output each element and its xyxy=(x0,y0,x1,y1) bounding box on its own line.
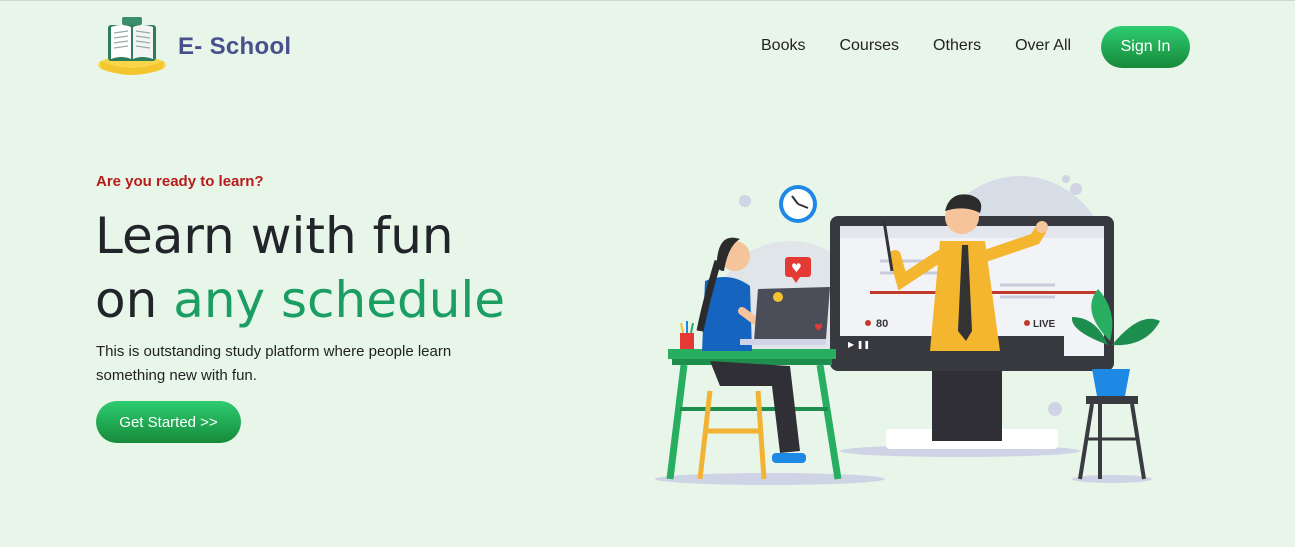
chair xyxy=(697,390,767,480)
navbar: E- School Books Courses Others Over All … xyxy=(0,1,1295,93)
heart-icon: ♥ xyxy=(814,323,823,334)
nav-link-courses[interactable]: Courses xyxy=(839,37,899,55)
get-started-button[interactable]: Get Started >> xyxy=(96,401,241,443)
live-dot-icon xyxy=(1024,320,1030,326)
brand-name: E- School xyxy=(178,33,292,60)
live-label: LIVE xyxy=(1033,319,1056,330)
svg-text:♥: ♥ xyxy=(791,261,802,275)
headline-line1: Learn with fun xyxy=(95,207,454,265)
clock-icon xyxy=(779,185,817,223)
hero-illustration: ▶ ❚❚ 80 LIVE ♥ ♥ xyxy=(655,175,1160,485)
nav-link-others[interactable]: Others xyxy=(933,37,981,55)
brand[interactable]: E- School xyxy=(96,15,291,79)
floor-shadow xyxy=(1072,475,1152,483)
pencil-cup xyxy=(680,321,694,349)
decor-dot xyxy=(1048,402,1062,416)
nav-link-over-all[interactable]: Over All xyxy=(1015,37,1071,55)
sign-in-button[interactable]: Sign In xyxy=(1101,26,1190,68)
nav-links: Books Courses Others Over All xyxy=(761,37,1105,55)
smiley-icon xyxy=(773,292,783,302)
headline-prefix: on xyxy=(95,271,174,329)
hero-eyebrow: Are you ready to learn? xyxy=(96,173,264,190)
decor-dot xyxy=(1070,183,1082,195)
svg-text:▶ ❚❚: ▶ ❚❚ xyxy=(848,340,870,349)
decor-dot xyxy=(1062,175,1070,183)
nav-link-books[interactable]: Books xyxy=(761,37,805,55)
open-book-icon xyxy=(98,17,166,75)
viewer-icon xyxy=(865,320,871,326)
decor-dot xyxy=(739,195,751,207)
hero-headline: Learn with fun on any schedule xyxy=(95,204,615,332)
floor-shadow xyxy=(655,473,885,485)
viewer-count: 80 xyxy=(876,318,888,330)
hero-description: This is outstanding study platform where… xyxy=(96,343,452,384)
headline-accent: any schedule xyxy=(173,271,506,329)
